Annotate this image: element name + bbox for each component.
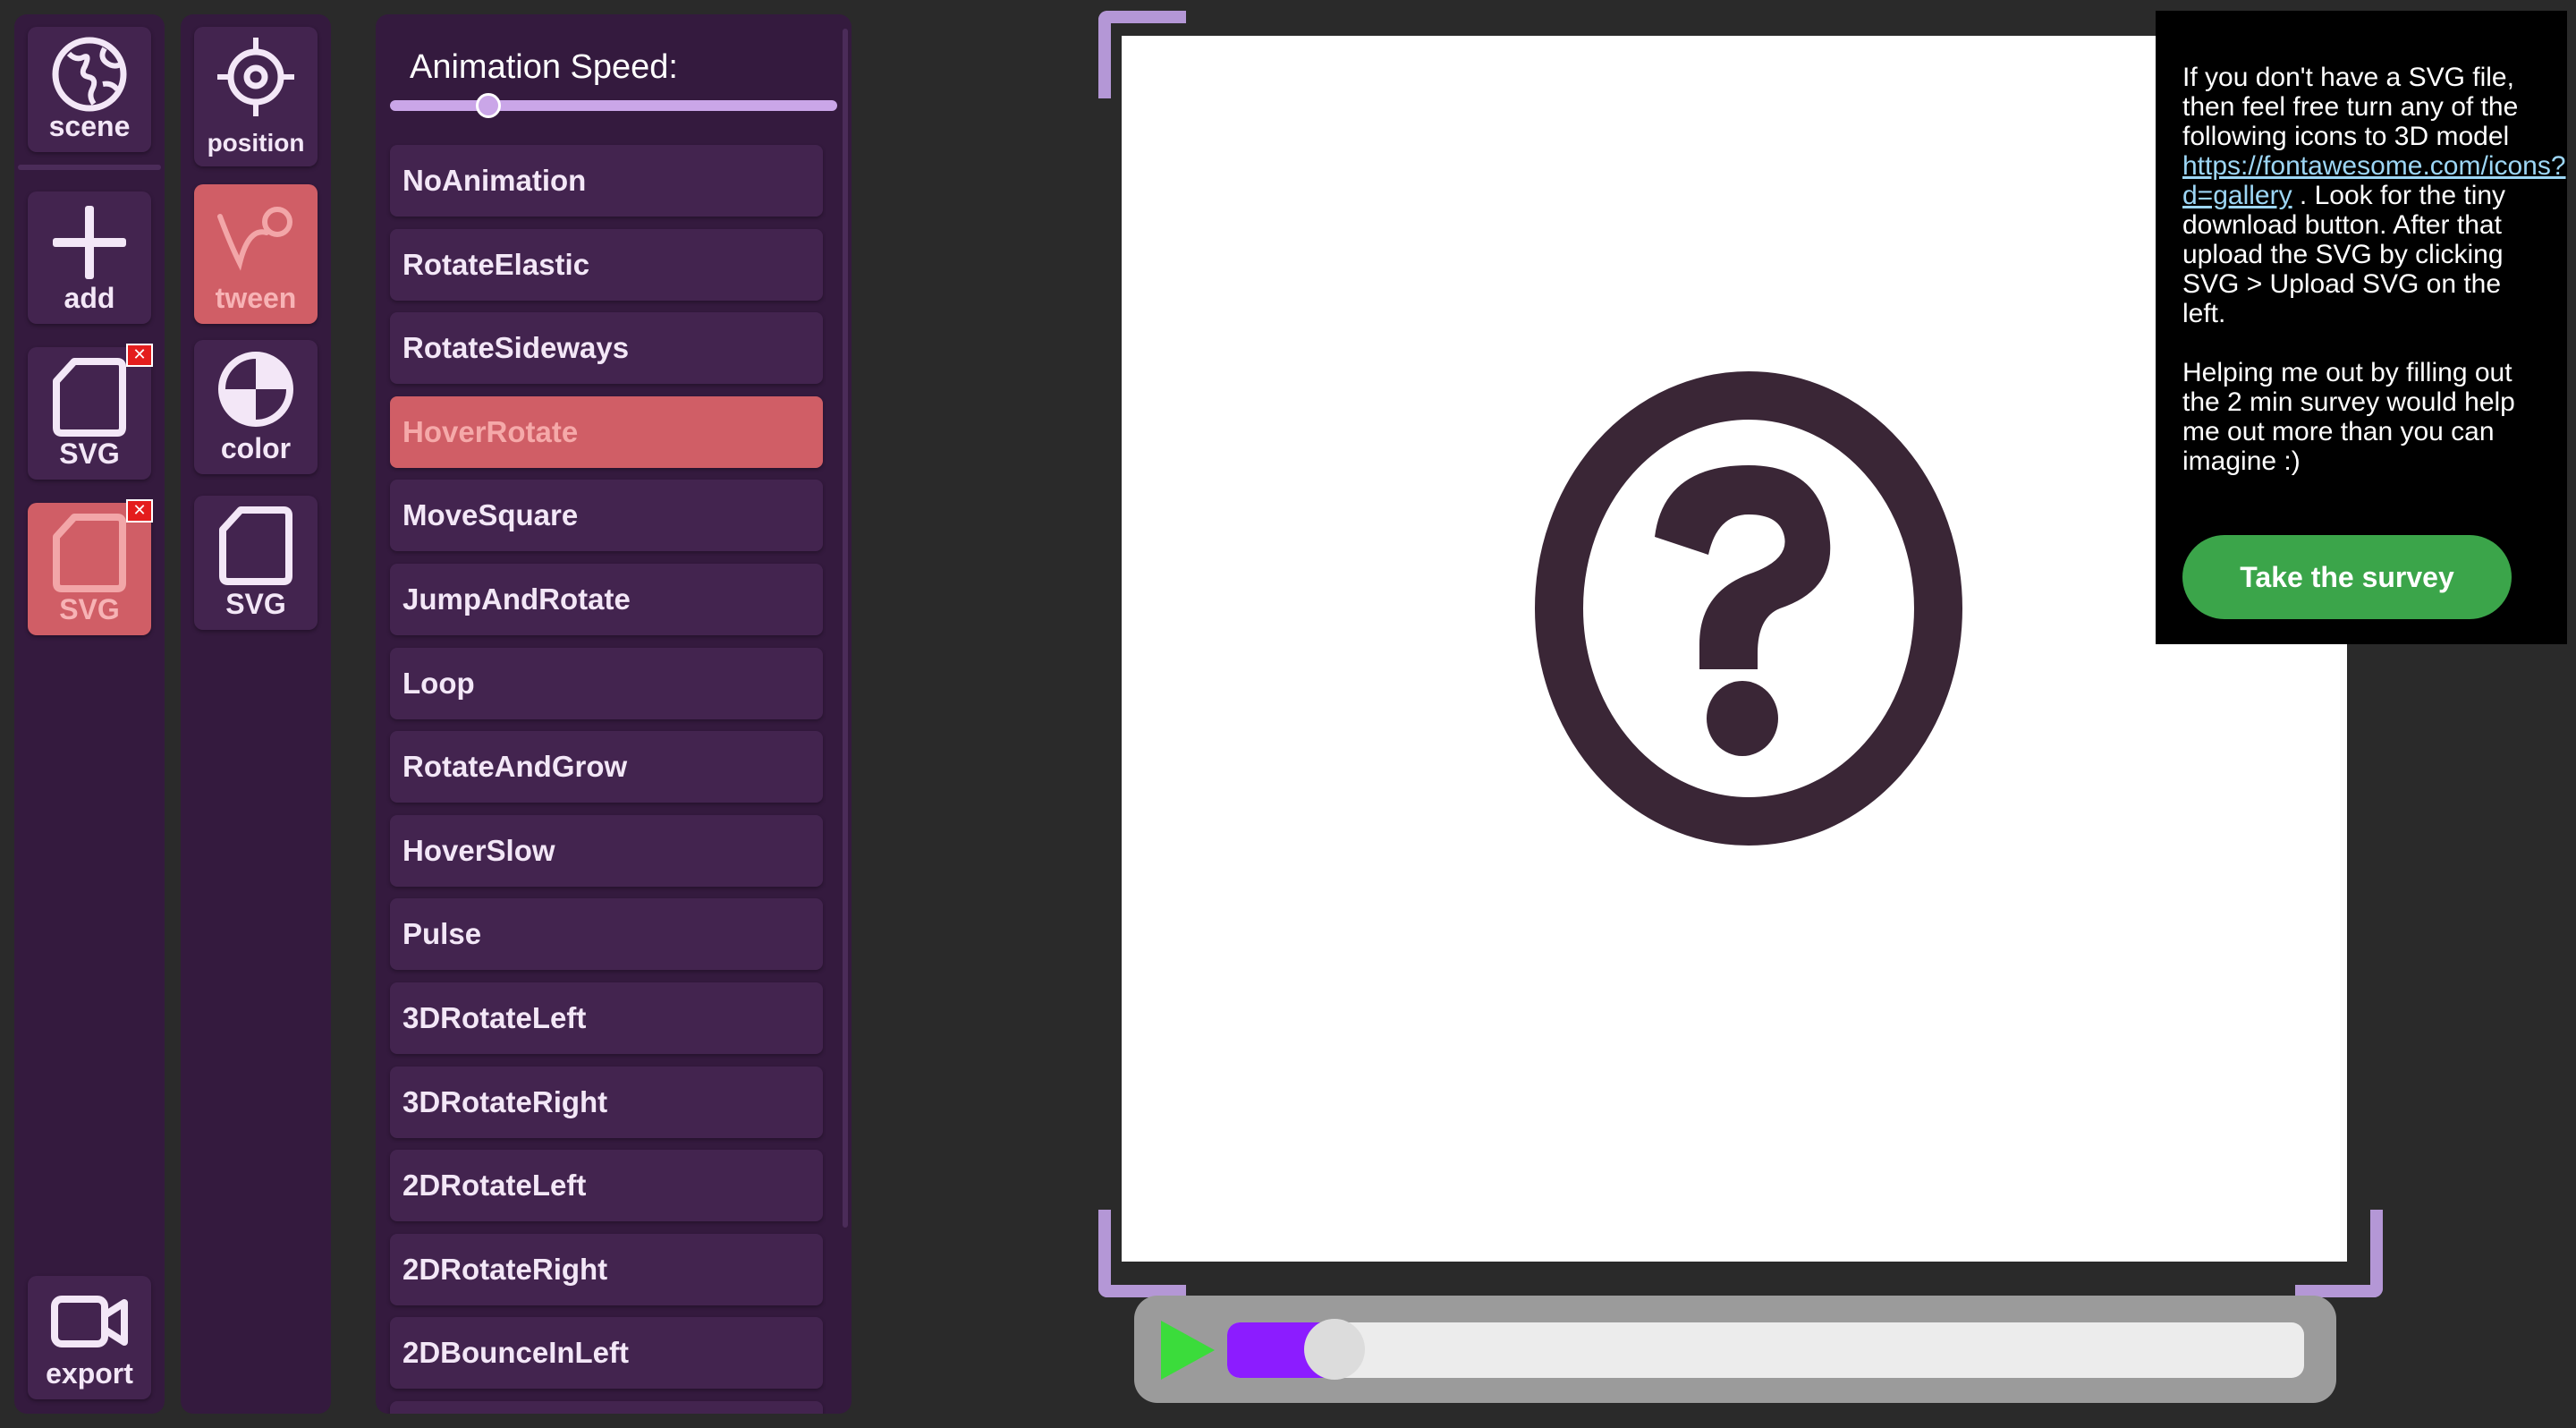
svg-prop-label: SVG [225, 588, 286, 620]
properties-sidebar: position tween color SVG [181, 14, 331, 1414]
animation-item[interactable]: RotateElastic [390, 228, 823, 301]
tween-curve-icon [217, 207, 292, 271]
svg-layer-button-2[interactable]: SVG ✕ [28, 499, 153, 635]
take-survey-button[interactable]: Take the survey [2182, 535, 2512, 619]
export-label: export [46, 1357, 133, 1390]
question-circle-icon[interactable] [1530, 367, 1968, 850]
svg-prop-button[interactable]: SVG [194, 496, 318, 630]
animation-list-scrollbar[interactable] [843, 29, 848, 1228]
animation-item[interactable]: 2DRotateRight [390, 1233, 823, 1305]
tween-button[interactable]: tween [194, 184, 318, 324]
animation-item[interactable]: Loop [390, 647, 823, 719]
animation-list: NoAnimation RotateElastic RotateSideways Ho… [390, 145, 823, 1414]
divider [18, 165, 161, 170]
viewport-corner-bottom-left [1098, 1210, 1186, 1297]
animation-item[interactable]: HoverSlow [390, 814, 823, 887]
animation-item[interactable]: 3DRotateLeft [390, 982, 823, 1054]
plus-icon [53, 206, 126, 279]
animation-speed-thumb[interactable] [476, 93, 501, 118]
scene-label: scene [48, 110, 131, 142]
color-button[interactable]: color [194, 340, 318, 474]
file-icon [53, 358, 126, 437]
animation-item[interactable]: JumpAndRotate [390, 563, 823, 635]
animation-item[interactable]: 2DRotateLeft [390, 1150, 823, 1222]
scene-sidebar: scene add SVG ✕ SVG ✕ export [14, 14, 165, 1414]
export-button[interactable]: export [28, 1276, 151, 1399]
tween-label: tween [215, 282, 297, 314]
timeline-player [1134, 1296, 2336, 1403]
animation-item[interactable]: NoAnimation [390, 145, 823, 217]
remove-layer-button[interactable]: ✕ [126, 499, 153, 523]
info-paragraph-1: If you don't have a SVG file, then feel … [2182, 63, 2566, 328]
viewport-corner-top-left [1098, 11, 1186, 98]
animation-item[interactable]: RotateSideways [390, 312, 823, 385]
animation-item[interactable]: RotateAndGrow [390, 731, 823, 803]
animation-item[interactable]: 2DBounceInLeft [390, 1317, 823, 1390]
color-label: color [220, 432, 292, 464]
animation-item[interactable]: Pulse [390, 898, 823, 971]
info-line-1: If you don't have a SVG file, then feel … [2182, 63, 2519, 151]
animation-item[interactable] [390, 1400, 823, 1414]
remove-layer-button[interactable]: ✕ [126, 344, 153, 367]
info-paragraph-2: Helping me out by filling out the 2 min … [2182, 358, 2515, 476]
add-label: add [64, 282, 115, 314]
animation-speed-label: Animation Speed: [410, 48, 678, 86]
viewport-corner-bottom-right [2295, 1210, 2383, 1297]
globe-icon [52, 37, 127, 112]
svg-layer-button-1[interactable]: SVG ✕ [28, 344, 153, 480]
file-icon [53, 514, 126, 592]
color-wheel-icon [218, 352, 293, 427]
position-button[interactable]: position [194, 27, 318, 166]
info-popup: If you don't have a SVG file, then feel … [2156, 11, 2567, 644]
animation-item[interactable]: 3DRotateRight [390, 1066, 823, 1138]
play-icon[interactable] [1157, 1319, 1216, 1381]
animation-item[interactable]: HoverRotate [390, 395, 823, 468]
info-text: If you don't have a SVG file, then feel … [2182, 63, 2566, 506]
add-button[interactable]: add [28, 191, 151, 324]
scene-button[interactable]: scene [28, 27, 151, 152]
crosshair-icon [217, 38, 294, 116]
file-icon [219, 506, 292, 585]
position-label: position [207, 129, 305, 157]
animation-item[interactable]: MoveSquare [390, 480, 823, 552]
animation-panel: Animation Speed: NoAnimation RotateElasti… [376, 14, 852, 1414]
timeline-progress[interactable] [1227, 1322, 2304, 1378]
video-camera-icon [51, 1296, 128, 1347]
timeline-scrubber[interactable] [1304, 1319, 1366, 1380]
animation-speed-slider[interactable] [390, 93, 837, 118]
